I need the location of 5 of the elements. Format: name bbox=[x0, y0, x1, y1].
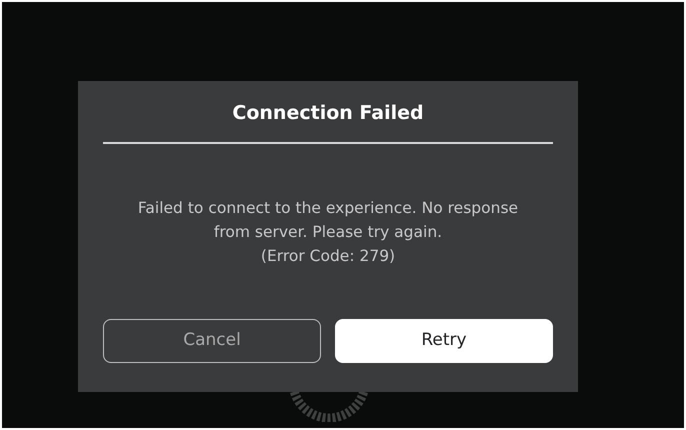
error-code: (Error Code: 279) bbox=[260, 246, 396, 267]
dialog-title: Connection Failed bbox=[232, 101, 424, 126]
cancel-button[interactable]: Cancel bbox=[103, 319, 321, 363]
retry-button[interactable]: Retry bbox=[335, 319, 553, 363]
error-message: Failed to connect to the experience. No response from server. Please try again. bbox=[136, 198, 520, 243]
